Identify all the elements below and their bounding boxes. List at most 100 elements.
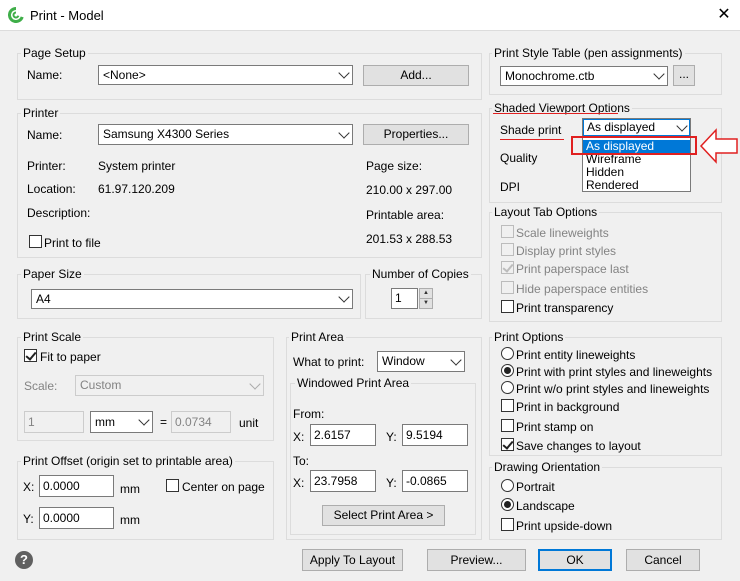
to-x-input[interactable]: 23.7958 bbox=[310, 470, 376, 492]
shade-print-label: Shade print bbox=[500, 123, 562, 137]
ok-button[interactable]: OK bbox=[538, 549, 612, 571]
with-print-styles-label: Print with print styles and lineweights bbox=[516, 365, 713, 379]
offset-x-label: X: bbox=[23, 480, 35, 494]
annotation-highlight-box bbox=[571, 136, 697, 155]
paper-size-title: Paper Size bbox=[21, 267, 84, 281]
print-transparency-label: Print transparency bbox=[516, 301, 614, 315]
entity-lineweights-radio[interactable] bbox=[501, 347, 514, 360]
save-changes-checkbox[interactable] bbox=[501, 438, 514, 451]
close-icon[interactable]: ✕ bbox=[712, 5, 736, 25]
with-print-styles-radio[interactable] bbox=[501, 364, 514, 377]
center-on-page-label: Center on page bbox=[182, 480, 265, 494]
from-x-input[interactable]: 2.6157 bbox=[310, 424, 376, 446]
scale-numerator-input[interactable]: 1 bbox=[24, 411, 84, 433]
windowed-area-title: Windowed Print Area bbox=[295, 376, 412, 390]
to-y-input[interactable]: -0.0865 bbox=[402, 470, 468, 492]
without-print-styles-label: Print w/o print styles and lineweights bbox=[516, 382, 710, 396]
chevron-down-icon bbox=[338, 291, 350, 303]
dpi-label: DPI bbox=[500, 180, 521, 194]
what-to-print-label: What to print: bbox=[293, 355, 365, 369]
chevron-down-icon bbox=[338, 126, 350, 139]
what-to-print-combo[interactable]: Window bbox=[377, 351, 465, 372]
scale-unit-label: unit bbox=[239, 416, 259, 430]
to-label: To: bbox=[293, 454, 310, 468]
chevron-down-icon bbox=[338, 67, 350, 79]
copies-title: Number of Copies bbox=[370, 267, 471, 281]
from-x-label: X: bbox=[293, 430, 305, 444]
print-paperspace-last-checkbox[interactable] bbox=[501, 261, 514, 274]
upside-down-label: Print upside-down bbox=[516, 519, 613, 533]
layout-tab-title: Layout Tab Options bbox=[492, 205, 600, 219]
offset-y-label: Y: bbox=[23, 512, 34, 526]
scale-combo[interactable]: Custom bbox=[75, 375, 264, 396]
arrow-left-icon bbox=[699, 128, 738, 164]
to-x-label: X: bbox=[293, 476, 305, 490]
center-on-page-checkbox[interactable] bbox=[166, 479, 179, 492]
offset-y-unit: mm bbox=[120, 513, 140, 527]
shade-print-combo[interactable]: As displayed bbox=[582, 118, 691, 137]
select-print-area-button[interactable]: Select Print Area > bbox=[322, 505, 445, 526]
edit-style-button[interactable]: ... bbox=[673, 65, 695, 86]
chevron-down-icon bbox=[249, 377, 261, 390]
page-setup-name-combo[interactable]: <None> bbox=[98, 65, 353, 85]
page-size-value: 210.00 x 297.00 bbox=[366, 183, 453, 197]
help-icon[interactable]: ? bbox=[15, 551, 33, 569]
location-label: Location: bbox=[27, 182, 76, 196]
location-value: 61.97.120.209 bbox=[98, 182, 175, 196]
fit-to-paper-label: Fit to paper bbox=[40, 350, 101, 364]
offset-y-input[interactable]: 0.0000 bbox=[39, 507, 114, 529]
portrait-label: Portrait bbox=[516, 480, 555, 494]
print-to-file-checkbox[interactable] bbox=[29, 235, 42, 248]
annotation-underline bbox=[493, 113, 618, 114]
from-label: From: bbox=[293, 407, 325, 421]
printable-area-label: Printable area: bbox=[366, 208, 445, 222]
paper-size-combo[interactable]: A4 bbox=[31, 289, 353, 309]
printer-name-label: Name: bbox=[27, 128, 63, 142]
scale-lineweights-checkbox[interactable] bbox=[501, 225, 514, 238]
offset-x-input[interactable]: 0.0000 bbox=[39, 475, 114, 497]
hide-paperspace-checkbox[interactable] bbox=[501, 281, 514, 294]
printable-area-value: 201.53 x 288.53 bbox=[366, 232, 453, 246]
from-y-input[interactable]: 9.5194 bbox=[402, 424, 468, 446]
print-offset-title: Print Offset (origin set to printable ar… bbox=[21, 454, 235, 468]
chevron-down-icon bbox=[450, 353, 462, 366]
add-button[interactable]: Add... bbox=[363, 65, 469, 86]
print-scale-title: Print Scale bbox=[21, 330, 84, 344]
preview-button[interactable]: Preview... bbox=[427, 549, 526, 571]
shade-option-rendered[interactable]: Rendered bbox=[583, 179, 690, 192]
print-transparency-checkbox[interactable] bbox=[501, 300, 514, 313]
print-area-title: Print Area bbox=[289, 330, 346, 344]
without-print-styles-radio[interactable] bbox=[501, 381, 514, 394]
landscape-label: Landscape bbox=[516, 499, 575, 513]
apply-to-layout-button[interactable]: Apply To Layout bbox=[302, 549, 403, 571]
annotation-underline bbox=[500, 139, 564, 140]
print-in-background-checkbox[interactable] bbox=[501, 399, 514, 412]
printer-name-combo[interactable]: Samsung X4300 Series bbox=[98, 124, 353, 145]
display-print-styles-label: Display print styles bbox=[516, 244, 617, 258]
app-logo-icon bbox=[8, 7, 24, 23]
chevron-down-icon bbox=[138, 414, 150, 426]
spin-down-icon[interactable]: ▼ bbox=[419, 298, 433, 309]
cancel-button[interactable]: Cancel bbox=[626, 549, 700, 571]
window-title: Print - Model bbox=[30, 8, 104, 23]
to-y-label: Y: bbox=[386, 476, 397, 490]
fit-to-paper-checkbox[interactable] bbox=[24, 349, 37, 362]
page-setup-title: Page Setup bbox=[21, 46, 88, 60]
scale-denominator-input[interactable]: 0.0734 bbox=[171, 411, 231, 433]
quality-label: Quality bbox=[500, 151, 538, 165]
save-changes-label: Save changes to layout bbox=[516, 439, 641, 453]
hide-paperspace-label: Hide paperspace entities bbox=[516, 282, 649, 296]
from-y-label: Y: bbox=[386, 430, 397, 444]
scale-unit-combo[interactable]: mm bbox=[90, 411, 153, 433]
print-style-combo[interactable]: Monochrome.ctb bbox=[500, 66, 668, 86]
scale-lineweights-label: Scale lineweights bbox=[516, 226, 609, 240]
display-print-styles-checkbox[interactable] bbox=[501, 243, 514, 256]
upside-down-checkbox[interactable] bbox=[501, 518, 514, 531]
equals-label: = bbox=[160, 415, 168, 429]
landscape-radio[interactable] bbox=[501, 498, 514, 511]
portrait-radio[interactable] bbox=[501, 479, 514, 492]
copies-input[interactable]: 1 bbox=[391, 288, 418, 309]
print-stamp-checkbox[interactable] bbox=[501, 419, 514, 432]
properties-button[interactable]: Properties... bbox=[363, 124, 469, 145]
printer-value: System printer bbox=[98, 159, 176, 173]
